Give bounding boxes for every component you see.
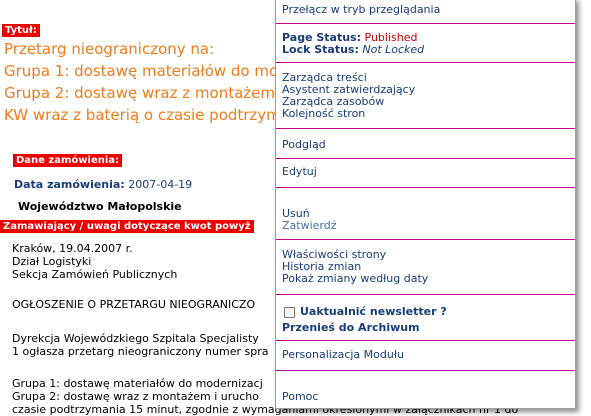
menu-item-page-order[interactable]: Kolejność stron (282, 108, 365, 120)
region-heading: Województwo Małopolskie (18, 200, 182, 213)
page-actions-menu: Przełącz w tryb przeglądania Page Status… (275, 0, 576, 409)
menu-separator (276, 23, 575, 24)
body-line-4: OGŁOSZENIE O PRZETARGU NIEOGRANICZO (12, 298, 256, 311)
body-line-6: 1 ogłasza przetarg nieograniczony numer … (12, 345, 269, 358)
menu-separator (276, 62, 575, 63)
title-tag: Tytuł: (2, 24, 40, 37)
order-date-label: Data zamówienia: (14, 178, 125, 191)
title-line-3: Grupa 2: dostawę wraz z montażem (4, 84, 275, 102)
newsletter-checkbox[interactable] (284, 307, 295, 318)
body-line-5: Dyrekcja Wojewódzkiego Szpitala Specjali… (12, 332, 259, 345)
menu-item-archive[interactable]: Przenieś do Archiwum (282, 322, 420, 334)
menu-item-changes-by-date[interactable]: Pokaż zmiany według daty (282, 273, 428, 285)
menu-item-switch-view[interactable]: Przełącz w tryb przeglądania (282, 4, 440, 16)
lock-status: Lock Status: Not Locked (282, 44, 424, 56)
order-date: Data zamówienia: 2007-04-19 (14, 178, 192, 191)
buyer-tag: Zamawiający / uwagi dotyczące kwot powyż (0, 220, 254, 233)
menu-separator (276, 128, 575, 129)
menu-separator (276, 239, 575, 240)
body-line-8: Grupa 2: dostawę wraz z montażem i uruch… (12, 390, 259, 403)
menu-item-approve[interactable]: Zatwierdź (282, 220, 337, 232)
menu-item-edit[interactable]: Edytuj (282, 166, 317, 178)
body-line-7: Grupa 1: dostawę materiałów do moderniza… (12, 377, 263, 390)
lock-status-label: Lock Status: (282, 43, 359, 56)
order-data-tag: Dane zamówienia: (13, 154, 123, 167)
title-line-4: KW wraz z baterią o czasie podtrzym (4, 106, 281, 124)
menu-item-preview[interactable]: Podgląd (282, 139, 326, 151)
body-line-1: Kraków, 19.04.2007 r. (12, 242, 133, 255)
menu-separator (276, 187, 575, 188)
menu-item-help[interactable]: Pomoc (282, 391, 318, 403)
menu-separator (276, 158, 575, 159)
title-line-1: Przetarg nieograniczony na: (4, 40, 215, 58)
order-date-value: 2007-04-19 (128, 178, 193, 191)
menu-separator (276, 340, 575, 341)
body-line-2: Dział Logistyki (12, 255, 92, 268)
body-line-3: Sekcja Zamówień Publicznych (12, 268, 178, 281)
menu-item-personalize-module[interactable]: Personalizacja Modułu (282, 349, 404, 361)
lock-status-value: Not Locked (362, 43, 425, 56)
title-line-2: Grupa 1: dostawę materiałów do mo (4, 62, 279, 80)
newsletter-label[interactable]: Uaktualnić newsletter ? (300, 306, 447, 318)
menu-separator (276, 370, 575, 371)
menu-separator (276, 294, 575, 295)
